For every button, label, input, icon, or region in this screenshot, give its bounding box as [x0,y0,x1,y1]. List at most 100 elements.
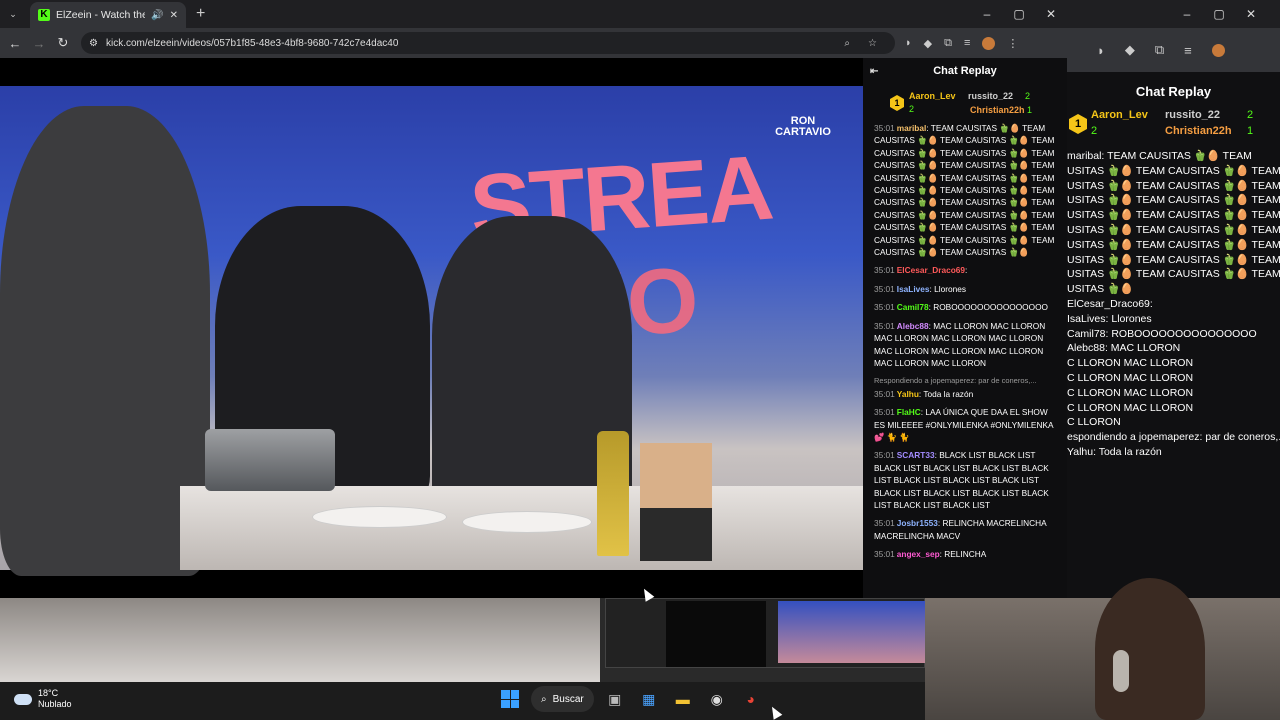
chat-line: USITAS 🫑🥚 TEAM CAUSITAS 🫑🥚 TEAM [1067,223,1280,236]
extension-diamond-icon[interactable]: ◆ [924,37,932,50]
leader-name[interactable]: russito_22 [1165,109,1220,121]
extension-icon[interactable]: ◗ [905,37,912,49]
secondary-tab-bar: – ▢ ✕ [1067,0,1280,28]
chat-line: USITAS 🫑🥚 TEAM CAUSITAS 🫑🥚 TEAM [1067,253,1280,266]
leader-name[interactable]: Aaron_Lev [909,91,956,101]
leader-count: 2 [1025,91,1031,101]
message-username[interactable]: FlaHC [897,407,921,417]
message-username[interactable]: angex_sep [897,549,940,559]
maximize-button[interactable]: ▢ [1203,0,1235,28]
message-timestamp: 35:01 [874,407,895,418]
message-username[interactable]: Yalhu [897,389,919,399]
terminal-preview [666,601,766,667]
leader-count: 1 [1027,105,1033,115]
media-control-icon[interactable]: ≡ [1184,43,1192,58]
webcam-overlay [925,578,1280,720]
obs-icon[interactable]: ◉ [704,686,730,712]
taskbar-search[interactable]: ⌕ Buscar [531,686,594,712]
message-username[interactable]: maribal [897,123,927,133]
message-timestamp: 35:01 [874,320,895,331]
message-username[interactable]: Josbr1553 [897,518,938,528]
message-timestamp: 35:01 [874,302,895,313]
message-username[interactable]: Camil78 [897,302,929,312]
video-player[interactable]: STREA VAZO RON CARTAVIO [0,58,863,598]
message-timestamp: 35:01 [874,549,895,560]
close-window-button[interactable]: ✕ [1035,0,1067,28]
chat-messages: 35:01 maribal: TEAM CAUSITAS 🫑🥚 TEAM CAUS… [863,122,1067,561]
message-text: Llorones [934,283,966,294]
minimize-button[interactable]: – [971,0,1003,28]
message-username[interactable]: ElCesar_Draco69 [897,265,965,275]
chrome-icon[interactable]: ◕ [738,686,764,712]
message-timestamp: 35:01 [874,450,895,461]
kick-favicon-icon: K [38,9,50,21]
search-label: Buscar [552,693,584,705]
profile-avatar[interactable] [1211,43,1225,57]
url-input[interactable]: ⚙ kick.com/elzeein/videos/057b1f85-48e3-… [81,32,895,54]
task-view-icon[interactable]: ▣ [602,686,628,712]
media-control-icon[interactable]: ≡ [964,37,970,49]
profile-avatar[interactable] [982,36,996,50]
leader-count: 2 [1247,109,1254,121]
chat-line: C LLORON MAC LLORON [1067,401,1194,414]
back-arrow-icon[interactable]: ← [3,36,27,51]
leader-count: 2 [909,104,915,114]
plate [312,506,447,528]
background-video [0,598,600,682]
extensions-puzzle-icon[interactable]: ⧉ [944,37,952,50]
zoom-icon[interactable]: ⌕ [844,38,860,49]
message-username[interactable]: IsaLives [897,284,930,294]
forward-arrow-icon[interactable]: → [27,36,51,51]
message-timestamp: 35:01 [874,283,895,294]
maximize-button[interactable]: ▢ [1003,0,1035,28]
cloud-icon [14,693,32,705]
chat-line: Yalhu: Toda la razón [1067,445,1162,458]
video-frame: STREA VAZO RON CARTAVIO [0,86,863,576]
message-timestamp: 35:01 [874,518,895,529]
collapse-chat-icon[interactable]: ⇤ [870,66,878,77]
chat-title: Chat Replay [1135,84,1212,99]
chat-line: USITAS 🫑🥚 TEAM CAUSITAS 🫑🥚 TEAM [1067,268,1280,281]
minimize-button[interactable]: – [1171,0,1203,28]
message-text: RELINCHA [944,549,987,560]
file-explorer-icon[interactable]: ▬ [670,686,696,712]
chat-message: 35:01 ElCesar_Draco69: [874,264,1057,276]
bookmark-star-icon[interactable]: ☆ [868,38,887,49]
message-username[interactable]: SCART33 [897,450,935,460]
leader-name[interactable]: Christian22h [1165,125,1232,137]
person-foreground [0,106,210,576]
window-controls: – ▢ ✕ [971,0,1067,28]
weather-widget[interactable]: 18°C Nublado [14,688,72,710]
rank-badge: 1 [1069,114,1087,134]
search-icon: ⌕ [541,693,547,705]
start-button[interactable] [497,686,523,712]
tab-search-chevron-icon[interactable]: ⌄ [2,3,24,25]
windows-logo-icon [501,690,519,708]
audio-icon[interactable]: 🔊 [151,10,163,21]
menu-kebab-icon[interactable]: ⋮ [1007,37,1018,50]
message-text: ROBOOOOOOOOOOOOOOO [933,302,1049,313]
new-tab-button[interactable]: + [196,5,205,23]
chat-line: Alebc88: MAC LLORON [1067,342,1181,355]
browser-tab[interactable]: K ElZeein - Watch the VOD o 🔊 ✕ [30,2,186,28]
leader-name[interactable]: Aaron_Lev [1091,109,1148,121]
chat-line: espondiendo a jopemaperez: par de conero… [1067,431,1280,444]
chat-line: USITAS 🫑🥚 TEAM CAUSITAS 🫑🥚 TEAM [1067,209,1280,222]
extensions-puzzle-icon[interactable]: ⧉ [1155,42,1164,58]
leader-name[interactable]: russito_22 [968,91,1013,101]
leader-name[interactable]: Christian22h [970,105,1025,115]
site-info-icon[interactable]: ⚙ [89,38,98,49]
message-username[interactable]: Alebc88 [897,321,929,331]
tab-close-icon[interactable]: ✕ [170,10,178,21]
extension-diamond-icon[interactable]: ◆ [1125,42,1135,58]
message-timestamp: 35:01 [874,265,895,276]
extension-icon[interactable]: ◗ [1097,43,1105,58]
reload-icon[interactable]: ↻ [51,35,75,51]
taskbar-preview-thumbnail[interactable] [605,598,926,668]
message-timestamp: 35:01 [874,388,895,399]
store-icon[interactable]: ▦ [636,686,662,712]
chat-line: ElCesar_Draco69: [1067,297,1153,310]
plate [462,511,592,533]
close-window-button[interactable]: ✕ [1235,0,1267,28]
chat-line: USITAS 🫑🥚 TEAM CAUSITAS 🫑🥚 TEAM [1067,164,1280,177]
